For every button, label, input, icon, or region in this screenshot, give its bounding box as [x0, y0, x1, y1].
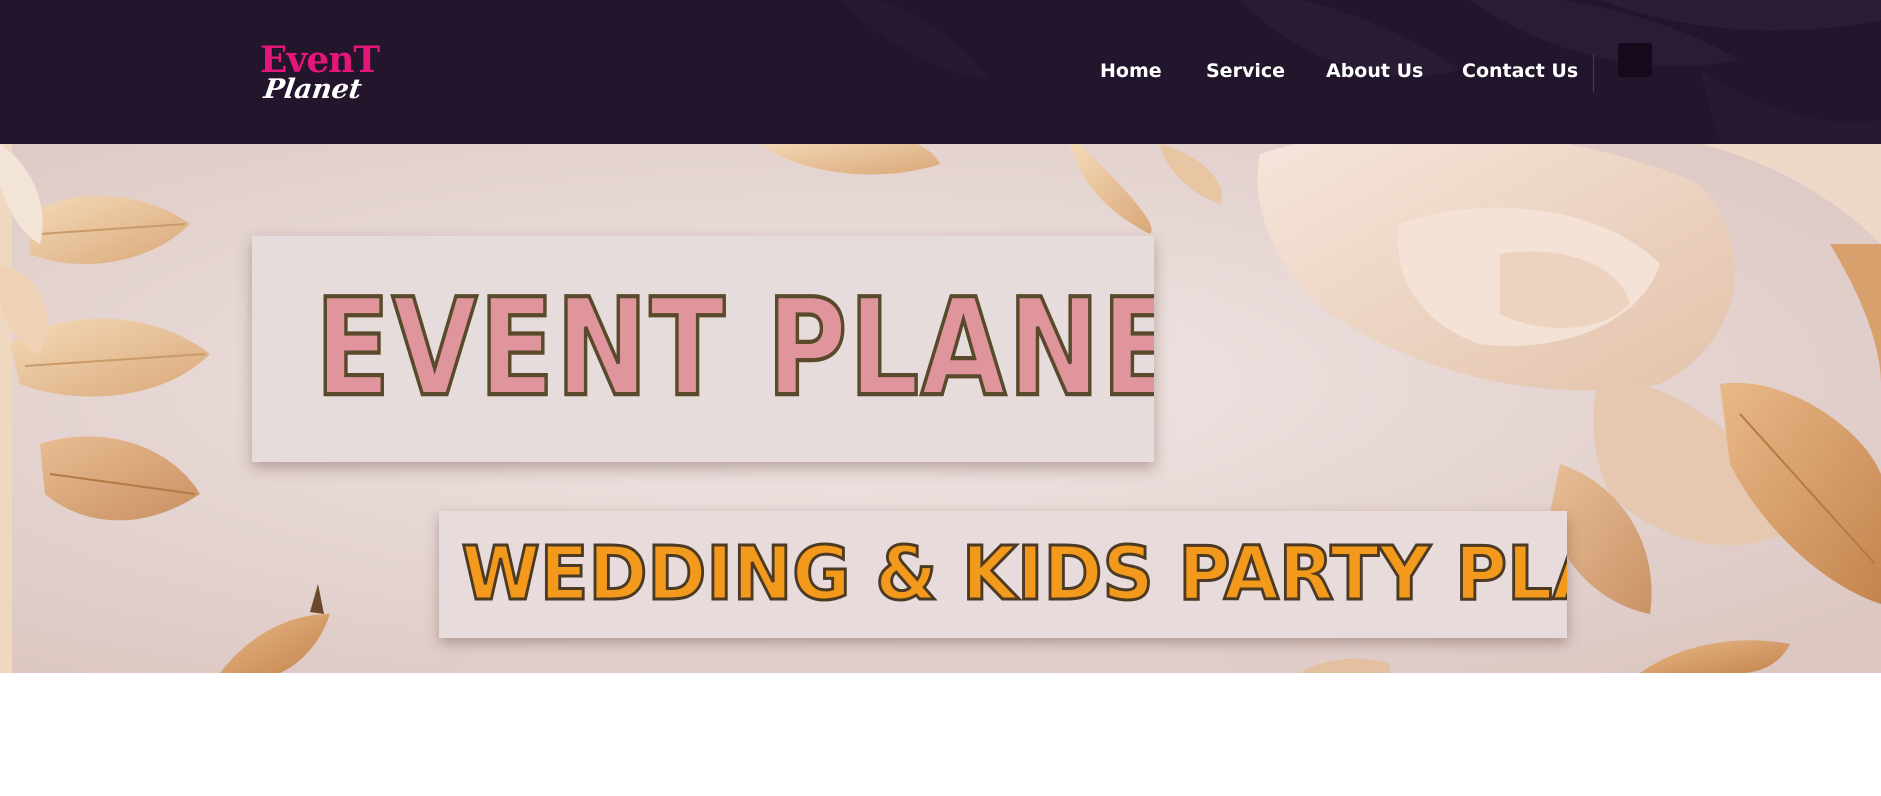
nav-home-link[interactable]: Home — [1100, 56, 1162, 86]
hero-subtitle-banner: WEDDING & KIDS PARTY PLANNER — [439, 511, 1567, 638]
hero-title-banner: EVENT PLANET — [252, 236, 1154, 462]
hero-subtitle: WEDDING & KIDS PARTY PLANNER — [460, 530, 1567, 619]
nav-service-link[interactable]: Service — [1206, 56, 1285, 86]
hero-banner: EVENT PLANET WEDDING & KIDS PARTY PLANNE… — [0, 144, 1881, 673]
square-button-icon[interactable] — [1618, 43, 1652, 77]
nav-contact-us-link[interactable]: Contact Us — [1462, 56, 1578, 86]
nav-divider — [1593, 54, 1594, 92]
nav-about-us-link[interactable]: About Us — [1326, 56, 1423, 86]
site-header: EvenT Planet Home Service About Us Conta… — [0, 0, 1881, 144]
logo-text-bottom: Planet — [261, 74, 364, 105]
hero-title: EVENT PLANET — [313, 268, 1154, 429]
site-logo[interactable]: EvenT Planet — [258, 40, 380, 108]
